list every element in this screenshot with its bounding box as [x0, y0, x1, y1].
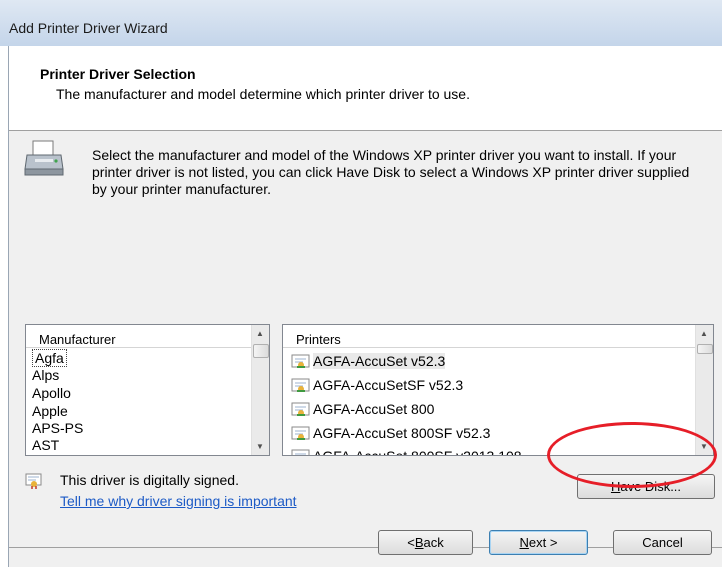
manufacturer-column-header[interactable]: Manufacturer — [26, 325, 251, 348]
driver-cert-icon — [291, 378, 310, 392]
scroll-thumb[interactable] — [253, 344, 269, 358]
next-button[interactable]: Next > — [489, 530, 588, 555]
intro-text: Select the manufacturer and model of the… — [92, 147, 690, 197]
scroll-down-arrow-icon[interactable]: ▼ — [700, 442, 708, 451]
printers-scrollbar[interactable]: ▲ ▼ — [695, 325, 713, 455]
wizard-header: Printer Driver Selection The manufacture… — [9, 46, 722, 131]
driver-cert-icon — [291, 449, 310, 455]
manufacturer-listbox[interactable]: Manufacturer Agfa Alps Apollo Apple APS-… — [25, 324, 270, 456]
driver-cert-icon — [291, 354, 310, 368]
printer-icon — [24, 140, 64, 176]
list-item-label: AGFA-AccuSetSF v52.3 — [313, 377, 464, 393]
list-item[interactable]: Apple — [32, 403, 68, 419]
list-item-label: AGFA-AccuSet 800SF v52.3 — [313, 425, 491, 441]
manufacturer-header-label: Manufacturer — [39, 332, 116, 347]
list-item[interactable]: Agfa — [32, 349, 67, 367]
list-item-label: Agfa — [32, 349, 67, 367]
button-label-accesskey: B — [414, 535, 424, 550]
list-item[interactable]: AGFA-AccuSet v52.3 — [291, 351, 446, 371]
printers-listbox[interactable]: Printers AGFA-AccuSet v52.3 AGFA-AccuSet… — [282, 324, 714, 456]
list-item[interactable]: AGFA-AccuSetSF v52.3 — [291, 375, 463, 395]
title-bar: Add Printer Driver Wizard — [0, 0, 722, 46]
printers-column-header[interactable]: Printers — [283, 325, 695, 348]
scroll-up-arrow-icon[interactable]: ▲ — [256, 329, 264, 338]
have-disk-button[interactable]: Have Disk... — [577, 474, 715, 499]
list-item-label: AGFA-AccuSet 800SF v2013.108 — [313, 448, 522, 456]
page-subtitle: The manufacturer and model determine whi… — [56, 86, 470, 102]
driver-signing-link[interactable]: Tell me why driver signing is important — [60, 493, 297, 509]
button-label-part: ext > — [528, 535, 558, 550]
driver-cert-icon — [291, 402, 310, 416]
button-label-accesskey: H — [610, 479, 621, 494]
list-item[interactable]: AGFA-AccuSet 800SF v2013.108 — [291, 446, 522, 456]
wizard-body: Select the manufacturer and model of the… — [9, 131, 722, 567]
driver-cert-icon — [291, 426, 310, 440]
list-item[interactable]: Alps — [32, 367, 59, 383]
page-title: Printer Driver Selection — [40, 66, 196, 82]
manufacturer-scrollbar[interactable]: ▲ ▼ — [251, 325, 269, 455]
scroll-up-arrow-icon[interactable]: ▲ — [700, 329, 708, 338]
list-item-label: AGFA-AccuSet v52.3 — [313, 353, 446, 369]
window-title: Add Printer Driver Wizard — [9, 20, 168, 36]
list-item-label: AGFA-AccuSet 800 — [313, 401, 435, 417]
button-label-part: ack — [423, 535, 444, 550]
scroll-thumb[interactable] — [697, 344, 713, 354]
printers-header-label: Printers — [296, 332, 341, 347]
list-item[interactable]: AGFA-AccuSet 800 — [291, 399, 434, 419]
button-label-part: < — [407, 535, 415, 550]
list-item[interactable]: AST — [32, 437, 59, 453]
button-label-part: ave Disk... — [620, 479, 682, 494]
signed-driver-icon — [25, 473, 42, 489]
wizard-dialog: Printer Driver Selection The manufacture… — [8, 46, 722, 567]
list-item[interactable]: Apollo — [32, 385, 71, 401]
list-item[interactable]: APS-PS — [32, 420, 83, 436]
back-button[interactable]: < Back — [378, 530, 473, 555]
scroll-down-arrow-icon[interactable]: ▼ — [256, 442, 264, 451]
signed-status-text: This driver is digitally signed. — [60, 472, 239, 488]
list-item[interactable]: AGFA-AccuSet 800SF v52.3 — [291, 423, 490, 443]
cancel-button[interactable]: Cancel — [613, 530, 712, 555]
button-label-accesskey: N — [519, 535, 529, 550]
